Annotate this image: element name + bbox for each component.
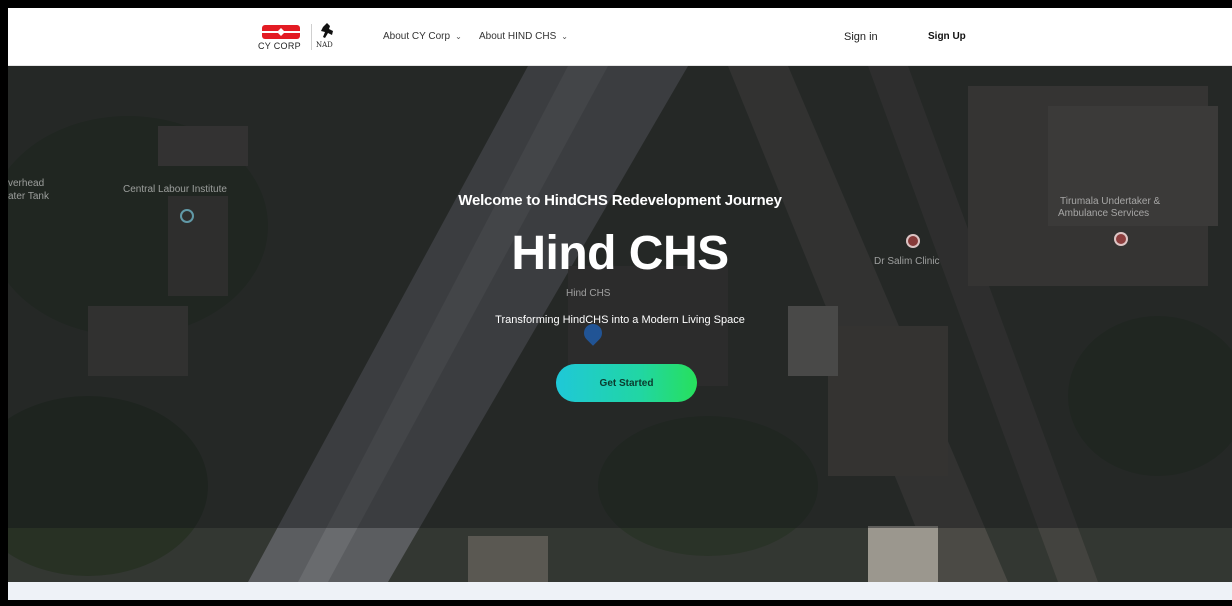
map-label-hind-chs: Hind CHS: [566, 288, 611, 299]
browser-viewport: CY CORP NAD About CY Corp ⌄ About HIND CH…: [8, 8, 1232, 600]
chevron-down-icon: ⌄: [561, 32, 568, 41]
next-section-strip: [8, 582, 1232, 600]
hero-welcome-text: Welcome to HindCHS Redevelopment Journey: [458, 192, 782, 209]
sign-up-link[interactable]: Sign Up: [928, 31, 966, 42]
chevron-down-icon: ⌄: [455, 32, 462, 41]
nav-about-hind-chs[interactable]: About HIND CHS ⌄: [479, 31, 568, 42]
hero-dark-overlay: [8, 66, 1232, 528]
map-label-overhead-1: verhead: [8, 178, 45, 189]
hero-section: verhead ater Tank Central Labour Institu…: [8, 66, 1232, 582]
sign-in-link[interactable]: Sign in: [844, 31, 878, 43]
map-poi-icon: [180, 209, 194, 223]
hero-bottom-strip: [8, 528, 1232, 582]
nav-about-cy-corp[interactable]: About CY Corp ⌄: [383, 31, 462, 42]
hero-title: Hind CHS: [511, 227, 729, 280]
nad-horse-icon: [321, 23, 333, 38]
nav-about-hind-chs-label: About HIND CHS: [479, 31, 557, 42]
nad-logo[interactable]: NAD: [316, 22, 338, 54]
nav-about-cy-corp-label: About CY Corp: [383, 31, 451, 42]
cy-corp-logo[interactable]: CY CORP: [258, 22, 314, 54]
nad-logo-text: NAD: [316, 41, 333, 49]
get-started-button[interactable]: Get Started: [556, 364, 697, 402]
cy-corp-logo-mark-icon: [262, 25, 300, 39]
site-header: CY CORP NAD About CY Corp ⌄ About HIND CH…: [8, 8, 1232, 66]
map-label-tirumala-2: Ambulance Services: [1058, 208, 1150, 219]
hero-subtitle: Transforming HindCHS into a Modern Livin…: [495, 314, 745, 326]
logo-divider: [311, 24, 312, 50]
cy-corp-logo-text: CY CORP: [258, 41, 301, 51]
